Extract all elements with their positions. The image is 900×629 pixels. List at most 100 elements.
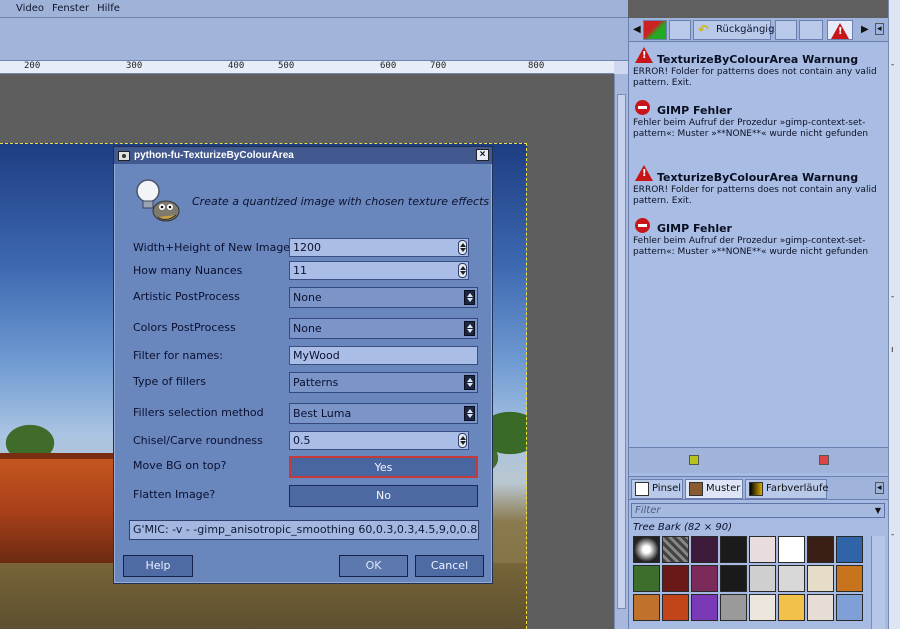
pattern-cell[interactable]	[720, 536, 747, 563]
cancel-button[interactable]: Cancel	[415, 555, 484, 577]
save-messages-icon[interactable]	[819, 455, 829, 465]
fillers-type-combo[interactable]: Patterns	[289, 372, 478, 393]
menu-item-hilfe[interactable]: Hilfe	[97, 3, 120, 14]
spinner-value: 0.5	[293, 434, 311, 447]
pattern-cell[interactable]	[807, 536, 834, 563]
pattern-cell[interactable]	[778, 594, 805, 621]
field-label: Filter for names:	[133, 349, 223, 362]
gmic-command-input[interactable]: G'MIC: -v - -gimp_anisotropic_smoothing …	[129, 520, 479, 540]
colors-postprocess-combo[interactable]: None	[289, 318, 478, 339]
pattern-cell[interactable]	[836, 594, 863, 621]
help-button[interactable]: Help	[123, 555, 193, 577]
spinner-arrows-icon[interactable]	[458, 433, 467, 448]
message-title: TexturizeByColourArea Warnung	[657, 53, 859, 66]
pattern-cell[interactable]	[749, 565, 776, 592]
spinner-value: 1200	[293, 241, 321, 254]
row-move-bg: Move BG on top? Yes	[133, 456, 479, 478]
undo-tab-label: Rückgängig	[716, 24, 775, 35]
ruler-label: 600	[380, 61, 397, 71]
dock-tab-bar: ◀ ↶ Rückgängig ▶ ◂	[629, 18, 889, 42]
tab-pinsel[interactable]: Pinsel	[631, 479, 683, 499]
pattern-cell[interactable]	[807, 565, 834, 592]
pattern-cell[interactable]	[633, 594, 660, 621]
pattern-cell[interactable]	[720, 594, 747, 621]
message-text: Fehler beim Aufruf der Prozedur »gimp-co…	[633, 118, 869, 139]
combo-arrows-icon[interactable]	[464, 375, 475, 390]
canvas-vertical-scrollbar[interactable]	[614, 74, 628, 629]
tab-muster[interactable]: Muster	[685, 479, 743, 499]
error-console-tab[interactable]	[827, 20, 853, 40]
pattern-cell[interactable]	[836, 536, 863, 563]
plugin-dialog: python-fu-TexturizeByColourArea × Create…	[113, 146, 493, 584]
menu-item-video[interactable]: Video	[16, 3, 44, 14]
pattern-tab-bar: Pinsel Muster Farbverläufe ◂	[629, 476, 889, 500]
row-fillers-type: Type of fillers Patterns	[133, 372, 479, 393]
ruler-corner[interactable]	[614, 61, 628, 74]
message-title: GIMP Fehler	[657, 104, 732, 117]
pointer-tab-icon[interactable]	[799, 20, 823, 40]
spinner-arrows-icon[interactable]	[458, 263, 467, 278]
pattern-scrollbar[interactable]	[871, 536, 885, 629]
pattern-cell[interactable]	[807, 594, 834, 621]
message-title: TexturizeByColourArea Warnung	[657, 171, 859, 184]
close-icon[interactable]: ×	[476, 149, 489, 161]
pattern-cell[interactable]	[778, 565, 805, 592]
fillers-method-combo[interactable]: Best Luma	[289, 403, 478, 424]
spinner-arrows-icon[interactable]	[458, 240, 467, 255]
ruler-label: 300	[126, 61, 143, 71]
tab-right-arrow-icon[interactable]: ▶	[861, 24, 869, 35]
artistic-postprocess-combo[interactable]: None	[289, 287, 478, 308]
move-bg-toggle[interactable]: Yes	[289, 456, 478, 478]
brush-tab-icon[interactable]	[775, 20, 797, 40]
clear-messages-icon[interactable]	[689, 455, 699, 465]
nuances-spinner[interactable]: 11	[289, 261, 469, 280]
menu-item-fenster[interactable]: Fenster	[52, 3, 89, 14]
pattern-cell[interactable]	[749, 536, 776, 563]
ok-button[interactable]: OK	[339, 555, 408, 577]
pattern-cell[interactable]	[778, 536, 805, 563]
dialog-title: python-fu-TexturizeByColourArea	[134, 150, 294, 161]
gimp-app-icon	[118, 150, 130, 161]
pattern-cell[interactable]	[633, 536, 660, 563]
tab-label: Muster	[706, 483, 741, 494]
pattern-cell[interactable]	[720, 565, 747, 592]
spinner-value: 11	[293, 264, 307, 277]
width-height-spinner[interactable]: 1200	[289, 238, 469, 257]
pattern-cell[interactable]	[662, 594, 689, 621]
layers-tab-icon[interactable]	[643, 20, 667, 40]
pattern-cell[interactable]	[662, 565, 689, 592]
pattern-cell[interactable]	[633, 565, 660, 592]
combo-arrows-icon[interactable]	[464, 321, 475, 336]
paths-tab-icon[interactable]	[669, 20, 691, 40]
pattern-cell[interactable]	[749, 594, 776, 621]
ruler-label: 400	[228, 61, 245, 71]
image-boat	[0, 453, 120, 563]
pattern-cell[interactable]	[836, 565, 863, 592]
gradient-preview-icon	[749, 482, 763, 496]
filter-names-input[interactable]: MyWood	[289, 346, 478, 365]
pattern-preview-icon	[689, 482, 703, 496]
scrollbar-thumb[interactable]	[617, 94, 626, 609]
pattern-cell[interactable]	[662, 536, 689, 563]
dock-menu-icon[interactable]: ◂	[875, 482, 884, 494]
chisel-roundness-spinner[interactable]: 0.5	[289, 431, 469, 450]
dock-menu-icon[interactable]: ◂	[875, 23, 884, 35]
tab-farbverlaeufe[interactable]: Farbverläufe	[745, 479, 829, 499]
combo-arrows-icon[interactable]	[464, 290, 475, 305]
pattern-cell[interactable]	[691, 565, 718, 592]
field-label: Width+Height of New Image	[133, 241, 291, 254]
chevron-down-icon[interactable]: ▼	[875, 506, 881, 515]
pattern-filter-input[interactable]: Filter ▼	[631, 503, 885, 518]
row-fillers-method: Fillers selection method Best Luma	[133, 403, 479, 424]
combo-arrows-icon[interactable]	[464, 406, 475, 421]
pattern-cell[interactable]	[691, 594, 718, 621]
undo-history-tab[interactable]: ↶ Rückgängig	[693, 20, 775, 40]
pattern-cell[interactable]	[691, 536, 718, 563]
tab-left-arrow-icon[interactable]: ◀	[633, 24, 641, 35]
flatten-toggle[interactable]: No	[289, 485, 478, 507]
undo-icon: ↶	[698, 23, 709, 38]
dialog-titlebar[interactable]: python-fu-TexturizeByColourArea ×	[114, 147, 492, 164]
brush-preview-icon	[635, 482, 649, 496]
row-filter: Filter for names: MyWood	[133, 346, 479, 366]
field-label: How many Nuances	[133, 264, 243, 277]
